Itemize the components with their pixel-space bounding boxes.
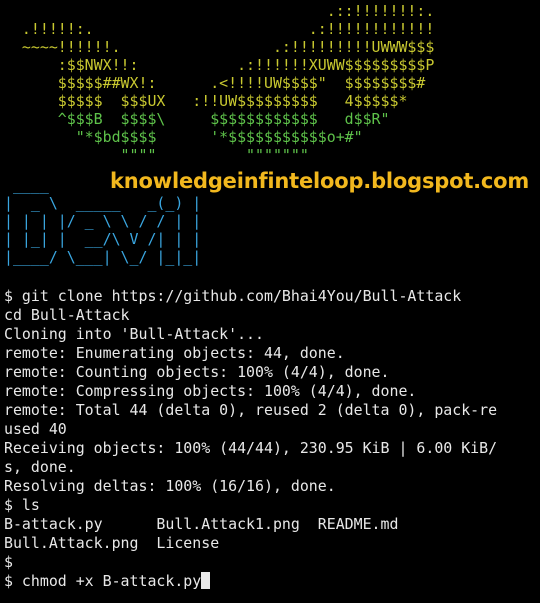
output-line: Receiving objects: 100% (44/44), 230.95 … [4,439,498,457]
text-cursor [201,572,211,589]
output-line: $ ls [4,496,40,514]
terminal-output: $ git clone https://github.com/Bhai4You/… [4,287,538,591]
output-line: B-attack.py Bull.Attack1.png README.md [4,515,399,533]
output-line: s, done. [4,458,76,476]
bull-art-line: .::!!!!!!!:. [4,2,435,20]
output-line: remote: Total 44 (delta 0), reused 2 (de… [4,401,498,419]
bull-art-line: ^$$$B $$$$\ $$$$$$$$$$$$ d$$R" [4,110,390,128]
output-line: cd Bull-Attack [4,306,130,324]
output-line: Bull.Attack.png License [4,534,220,552]
output-line: used 40 [4,420,67,438]
devil-art-line: | |_| | __/\ V /| | | [4,230,202,248]
output-line: $ git clone https://github.com/Bhai4You/… [4,287,462,305]
output-line: remote: Enumerating objects: 44, done. [4,344,345,362]
bull-art-line: $$$$$##WX!: .<!!!!UW$$$$" $$$$$$$$# [4,74,426,92]
devil-art-line: | _ \ _____ _(_) | [4,194,202,212]
current-command[interactable]: $ chmod +x B-attack.py [4,572,201,590]
terminal-window[interactable]: .::!!!!!!!:. .!!!!!:. .:!!!!!!!!!!!! ~~~… [0,0,540,603]
bull-art-line: :$$NWX!!: .:!!!!!!XUWW$$$$$$$$$P [4,56,435,74]
blog-watermark: knowledgeinfinteloop.blogspot.com [110,169,530,193]
bull-art-line: ~~~~!!!!!!. .:!!!!!!!!!UWWW$$$ [4,38,435,56]
devil-art-line: |____/ \___| \_/ |_|_| [4,248,202,266]
bull-art-line: .!!!!!:. .:!!!!!!!!!!!! [4,20,435,38]
output-line: Cloning into 'Bull-Attack'... [4,325,264,343]
bull-ascii-art: .::!!!!!!!:. .!!!!!:. .:!!!!!!!!!!!! ~~~… [4,2,434,164]
bull-art-line: "*$bd$$$$ '*$$$$$$$$$$$o+#" [4,128,363,146]
output-line: Resolving deltas: 100% (16/16), done. [4,477,336,495]
command-input-line[interactable]: $ chmod +x B-attack.py [4,572,538,591]
ascii-banner: .::!!!!!!!:. .!!!!!:. .:!!!!!!!!!!!! ~~~… [0,0,540,282]
output-line: remote: Compressing objects: 100% (4/4),… [4,382,417,400]
output-line: $ [4,553,13,571]
bull-art-line: """" """"""" [4,146,309,164]
devil-art-line: | | | |/ _ \ \ / / | | [4,212,202,230]
output-line: remote: Counting objects: 100% (4/4), do… [4,363,390,381]
bull-art-line: $$$$$ $$$UX :!!UW$$$$$$$$$ 4$$$$$* [4,92,408,110]
